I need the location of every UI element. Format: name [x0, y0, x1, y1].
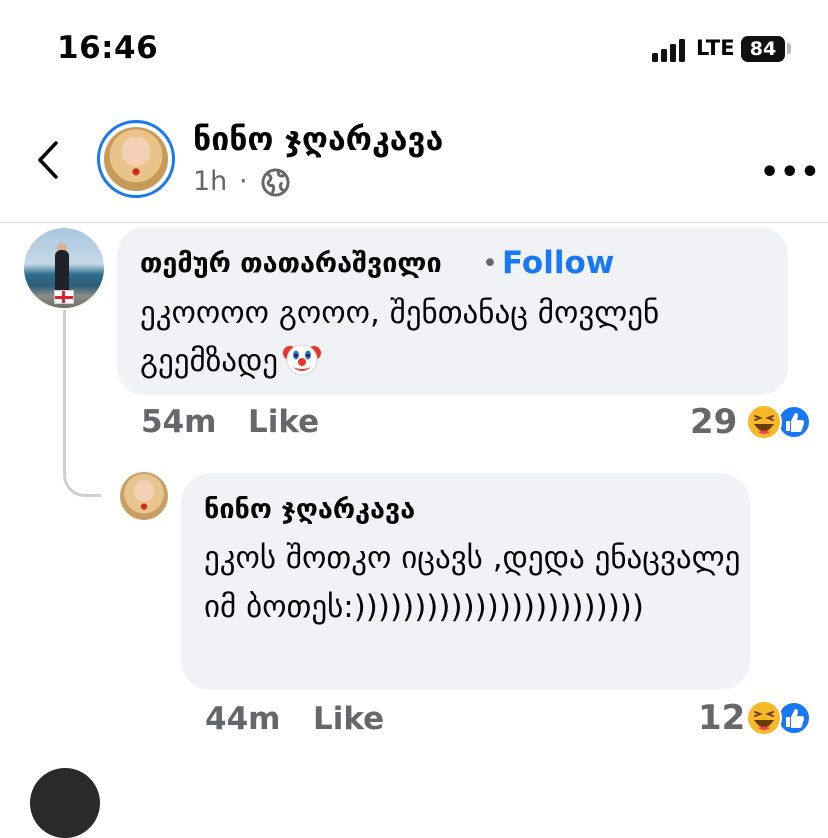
clown-face-icon — [283, 344, 322, 376]
reply-thread-line — [63, 310, 101, 497]
battery-tip — [787, 43, 791, 54]
avatar-image — [104, 127, 168, 191]
comment-text-body: ეკოოოო გოოო, შენთანაც მოვლენ გეემზადე — [140, 295, 660, 379]
comment-author[interactable]: თემურ თათარაშვილი — [140, 248, 442, 279]
like-button[interactable]: Like — [248, 404, 319, 440]
cellular-signal-icon — [652, 38, 692, 62]
reply-reactions-icon[interactable] — [746, 699, 812, 737]
avatar-figure — [55, 250, 69, 292]
meta-separator: · — [239, 166, 248, 197]
haha-reaction-icon — [746, 404, 782, 440]
post-timestamp[interactable]: 1h — [193, 166, 227, 197]
next-comment-avatar[interactable] — [30, 768, 100, 838]
haha-reaction-icon — [746, 700, 782, 736]
post-author-name[interactable]: ნინო ჯღარკავა — [193, 120, 443, 158]
comment-timestamp[interactable]: 54m — [141, 404, 216, 440]
globe-icon — [261, 168, 290, 197]
georgia-flag-icon — [54, 290, 74, 304]
back-chevron-icon[interactable] — [34, 140, 64, 180]
reply-timestamp[interactable]: 44m — [205, 701, 280, 737]
reactions-icon[interactable] — [746, 403, 812, 441]
like-reaction-icon — [777, 701, 811, 735]
follow-button[interactable]: Follow — [502, 245, 614, 281]
reply-author-avatar[interactable] — [120, 472, 168, 520]
reply-author[interactable]: ნინო ჯღარკავა — [204, 494, 415, 525]
reply-reaction-count[interactable]: 12 — [698, 698, 745, 738]
post-author-avatar[interactable] — [97, 120, 175, 198]
battery-icon: 84 — [741, 36, 785, 62]
like-reaction-icon — [777, 405, 811, 439]
reply-like-button[interactable]: Like — [313, 701, 384, 737]
follow-separator: • — [482, 248, 498, 279]
more-options-icon[interactable]: ••• — [760, 155, 821, 190]
reaction-count[interactable]: 29 — [690, 402, 737, 442]
reply-text: ეკოს შოთკო იცავს ,დედა ენაცვალე იმ ბოთეს… — [204, 540, 741, 625]
status-time: 16:46 — [57, 30, 159, 66]
network-type: LTE — [696, 36, 735, 60]
comment-text: ეკოოოო გოოო, შენთანაც მოვლენ გეემზადე — [140, 289, 780, 385]
header-divider — [0, 222, 828, 223]
